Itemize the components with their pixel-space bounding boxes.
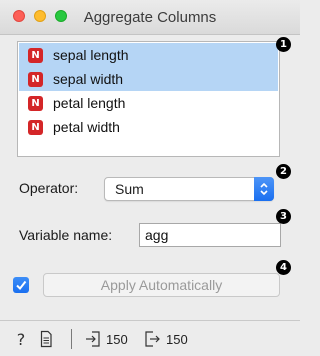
list-item[interactable]: N sepal width [19, 67, 278, 91]
variable-name-label: Variable name: [19, 227, 113, 243]
input-count: 150 [106, 332, 128, 347]
list-item[interactable]: N petal width [19, 115, 278, 139]
help-icon[interactable]: ? [14, 330, 28, 348]
check-icon [16, 280, 27, 291]
operator-value: Sum [115, 181, 144, 197]
report-icon[interactable] [39, 330, 53, 348]
numeric-variable-icon: N [28, 119, 43, 135]
svg-text:?: ? [17, 330, 26, 348]
status-bar: ? 150 150 [0, 320, 300, 356]
window-title: Aggregate Columns [83, 9, 217, 26]
list-item[interactable]: N petal length [19, 91, 278, 115]
input-data-icon [86, 331, 100, 347]
output-data-icon [145, 331, 160, 347]
variable-name-input[interactable]: agg [139, 223, 281, 247]
operator-select[interactable]: Sum [104, 177, 274, 201]
list-item-label: petal width [53, 119, 120, 135]
status-separator [71, 329, 72, 349]
marker-3: 3 [276, 209, 291, 224]
operator-label: Operator: [19, 180, 79, 196]
marker-1: 1 [276, 37, 291, 52]
list-item-label: sepal width [53, 71, 124, 87]
marker-4: 4 [276, 260, 291, 275]
select-arrows-icon [254, 177, 274, 201]
marker-2: 2 [276, 164, 291, 179]
list-item-label: sepal length [53, 47, 129, 63]
variables-list[interactable]: N sepal length N sepal width N petal len… [17, 41, 280, 157]
title-bar: Aggregate Columns [0, 0, 300, 35]
apply-button[interactable]: Apply Automatically [43, 273, 280, 297]
list-item[interactable]: N sepal length [19, 43, 278, 67]
numeric-variable-icon: N [28, 47, 43, 63]
numeric-variable-icon: N [28, 71, 43, 87]
output-count: 150 [166, 332, 188, 347]
apply-automatically-checkbox[interactable] [13, 277, 29, 293]
numeric-variable-icon: N [28, 95, 43, 111]
list-item-label: petal length [53, 95, 126, 111]
